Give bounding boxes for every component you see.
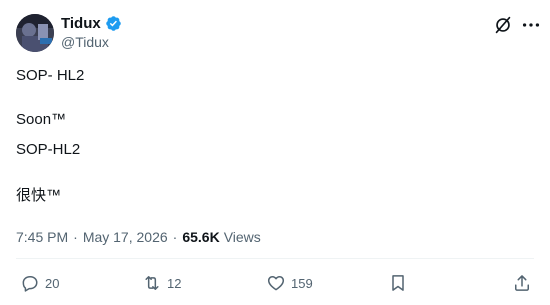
author-handle[interactable]: @Tidux (61, 34, 109, 50)
reply-count: 20 (45, 275, 60, 291)
share-icon (515, 275, 529, 291)
reply-button[interactable]: 20 (20, 272, 59, 294)
grok-icon[interactable] (492, 14, 514, 36)
meta-separator: · (73, 229, 78, 245)
tweet-meta: 7:45 PM · May 17, 2026 · 65.6K Views (16, 229, 261, 245)
tweet-text-line-2: Soon™ (16, 111, 67, 128)
views-label: Views (223, 229, 261, 245)
tweet-text-line-4: 很快™ (16, 187, 62, 204)
more-options-icon[interactable] (520, 14, 542, 36)
avatar-image (16, 14, 54, 52)
tweet-card: Tidux @Tidux SOP- HL2 Soon™ SOP-HL2 很快™ … (0, 0, 550, 305)
tweet-text-line-3: SOP-HL2 (16, 141, 81, 158)
meta-separator-2: · (172, 229, 178, 245)
bookmark-button[interactable] (388, 272, 408, 294)
divider (16, 258, 534, 259)
share-button[interactable] (512, 272, 532, 294)
bookmark-icon (392, 275, 404, 291)
avatar[interactable] (16, 14, 54, 52)
retweet-icon (145, 276, 159, 290)
heart-icon (267, 276, 285, 291)
tweet-text-line-1: SOP- HL2 (16, 67, 85, 84)
retweet-count: 12 (167, 275, 182, 291)
verified-badge-icon (105, 15, 121, 31)
tweet-date[interactable]: May 17, 2026 (83, 229, 168, 245)
author-name-row[interactable]: Tidux (61, 13, 122, 33)
tweet-time[interactable]: 7:45 PM (16, 229, 68, 245)
author-display-name[interactable]: Tidux (61, 15, 101, 32)
like-button[interactable]: 159 (266, 272, 313, 294)
like-count: 159 (291, 275, 313, 291)
views-count: 65.6K (182, 229, 220, 245)
retweet-button[interactable]: 12 (142, 272, 181, 294)
reply-icon (22, 276, 38, 292)
